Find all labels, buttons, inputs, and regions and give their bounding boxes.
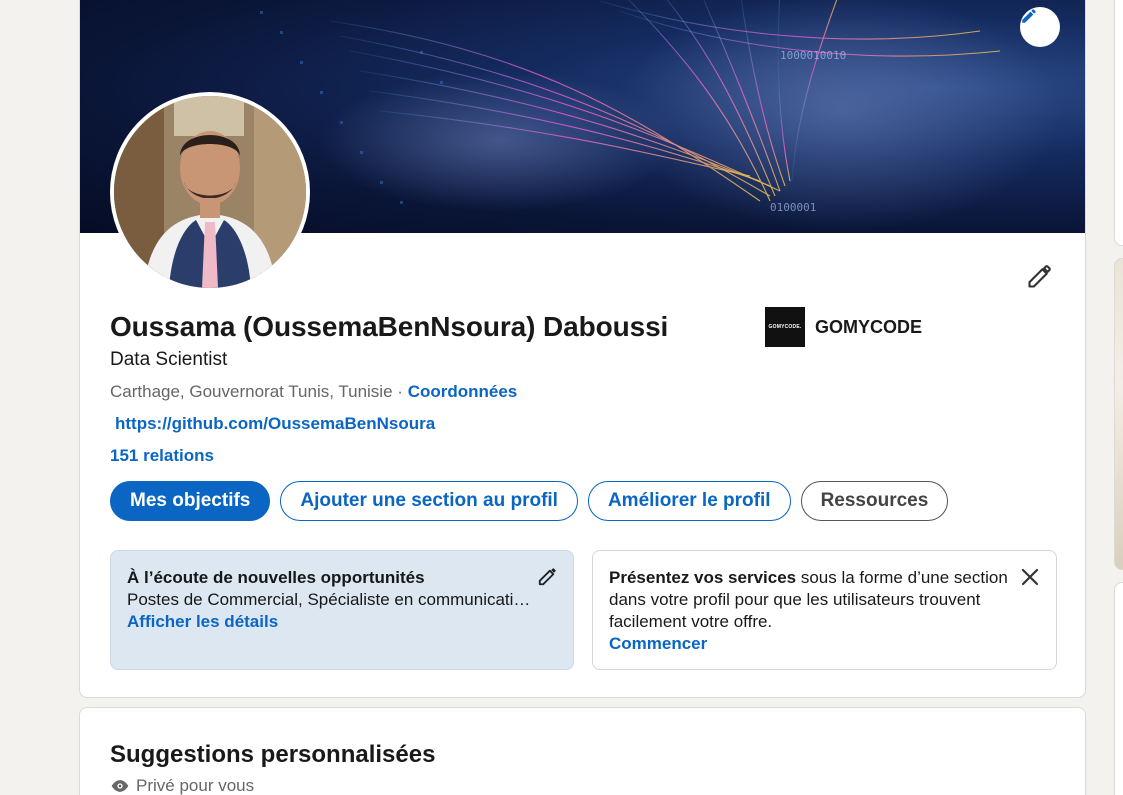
improve-profile-button[interactable]: Améliorer le profil bbox=[587, 481, 791, 521]
services-box: Présentez vos services sous la forme d’u… bbox=[592, 550, 1057, 670]
services-description: Présentez vos services sous la forme d’u… bbox=[609, 567, 1040, 633]
private-label-text: Privé pour vous bbox=[136, 776, 255, 795]
pencil-icon[interactable] bbox=[537, 565, 559, 587]
profile-location: Carthage, Gouvernorat Tunis, Tunisie bbox=[110, 382, 393, 401]
svg-text:0100001: 0100001 bbox=[770, 201, 816, 214]
right-rail-card-bottom bbox=[1114, 582, 1123, 795]
open-to-work-title: À l’écoute de nouvelles opportunités bbox=[127, 568, 425, 587]
pencil-icon bbox=[1028, 265, 1051, 288]
suggestions-card: Suggestions personnalisées Privé pour vo… bbox=[79, 707, 1086, 795]
profile-photo[interactable] bbox=[110, 92, 310, 292]
resources-button[interactable]: Ressources bbox=[800, 481, 949, 521]
right-rail-card-ad[interactable] bbox=[1114, 258, 1123, 570]
add-section-button[interactable]: Ajouter une section au profil bbox=[280, 481, 578, 521]
current-company[interactable]: GOMYCODE. GOMYCODE bbox=[765, 307, 922, 347]
avatar-portrait bbox=[114, 96, 306, 288]
suggestions-title: Suggestions personnalisées bbox=[110, 741, 436, 768]
profile-actions: Mes objectifs Ajouter une section au pro… bbox=[110, 481, 949, 521]
company-name: GOMYCODE bbox=[815, 316, 923, 337]
website-link[interactable]: https://github.com/OussemaBenNsoura bbox=[115, 414, 435, 434]
connections-link[interactable]: 151 relations bbox=[110, 446, 214, 466]
contact-info-link[interactable]: Coordonnées bbox=[408, 382, 518, 401]
company-logo: GOMYCODE. bbox=[765, 307, 805, 347]
company-logo-text: GOMYCODE. bbox=[768, 324, 802, 330]
goals-button[interactable]: Mes objectifs bbox=[110, 481, 271, 521]
eye-icon bbox=[111, 780, 129, 792]
profile-top-card: 1000010010 0100001 Oussama (OussemaBenNs… bbox=[79, 0, 1086, 698]
open-to-work-text: Postes de Commercial, Spécialiste en com… bbox=[127, 590, 531, 609]
open-to-work-box[interactable]: À l’écoute de nouvelles opportunités Pos… bbox=[110, 550, 574, 670]
location-row: Carthage, Gouvernorat Tunis, Tunisie · C… bbox=[110, 382, 517, 402]
location-separator: · bbox=[397, 382, 403, 401]
svg-text:1000010010: 1000010010 bbox=[780, 49, 846, 62]
edit-intro-button[interactable] bbox=[1020, 256, 1060, 296]
edit-banner-button[interactable] bbox=[1020, 7, 1060, 47]
get-started-link[interactable]: Commencer bbox=[609, 634, 707, 653]
services-title: Présentez vos services bbox=[609, 568, 797, 587]
close-icon[interactable] bbox=[1018, 565, 1042, 589]
private-label: Privé pour vous bbox=[110, 776, 254, 795]
show-details-link[interactable]: Afficher les détails bbox=[127, 612, 278, 631]
profile-headline: Data Scientist bbox=[110, 349, 228, 370]
pencil-icon bbox=[1022, 9, 1036, 23]
right-rail-card-top bbox=[1114, 0, 1123, 246]
profile-name: Oussama (OussemaBenNsoura) Daboussi bbox=[110, 311, 669, 342]
